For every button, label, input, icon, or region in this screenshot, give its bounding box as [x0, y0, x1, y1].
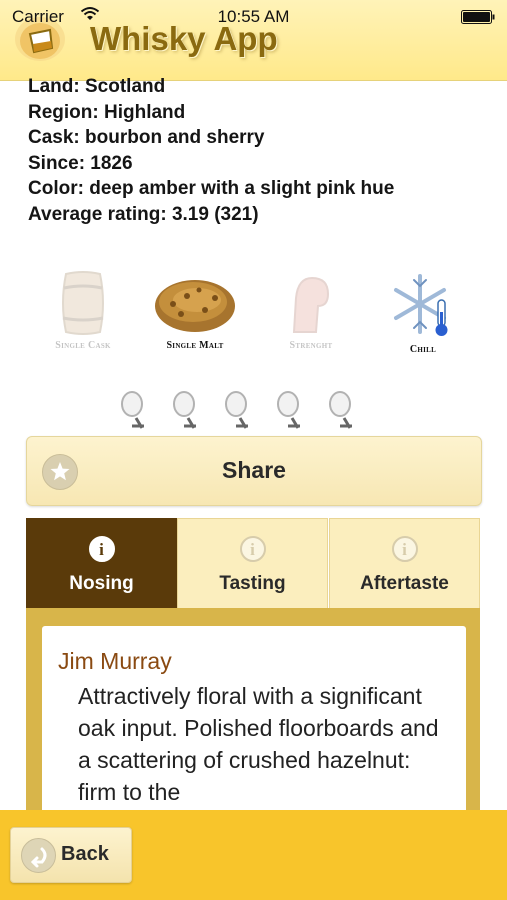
feature-strength: Strenght [256, 270, 366, 351]
info-icon: i [88, 536, 115, 562]
feature-label: Strenght [289, 340, 333, 351]
bottom-bar: Back [0, 810, 507, 900]
tasting-glass-icon [118, 388, 150, 432]
share-label: Share [222, 457, 286, 483]
info-icon: i [239, 536, 266, 562]
status-bar: Carrier 10:55 AM [0, 0, 507, 34]
back-arrow-icon [21, 838, 56, 873]
tab-nosing[interactable]: i Nosing [26, 518, 177, 610]
detail-average-rating: Average rating: 3.19 (321) [28, 203, 259, 225]
tasting-glass-icon [222, 388, 254, 432]
feature-label: Single Malt [166, 340, 224, 351]
feature-icons: Single Cask Single Malt Strenght Chill [28, 270, 488, 360]
back-label: Back [61, 843, 109, 865]
tasting-glass-icon [274, 388, 306, 432]
tab-label: Nosing [69, 573, 134, 594]
tab-tasting[interactable]: i Tasting [177, 518, 328, 610]
whisky-details: Land: Scotland Region: Highland Cask: bo… [28, 74, 488, 227]
barrel-icon [62, 271, 104, 335]
tab-label: Tasting [219, 573, 286, 594]
detail-cask: Cask: bourbon and sherry [28, 127, 265, 148]
note-text: Attractively floral with a significant o… [78, 683, 439, 805]
snowflake-thermometer-icon [394, 274, 448, 336]
info-icon: i [391, 536, 418, 562]
share-button[interactable]: Share [26, 436, 482, 506]
tasting-tabs: i Nosing i Tasting i Aftertaste [26, 518, 480, 610]
feature-single-cask: Single Cask [28, 270, 138, 351]
feature-single-malt: Single Malt [140, 270, 250, 351]
detail-region: Region: Highland [28, 101, 186, 123]
detail-since: Since: 1826 [28, 152, 133, 174]
note-author: Jim Murray [58, 648, 172, 674]
malt-grain-icon [155, 280, 235, 332]
feature-label: Chill [409, 344, 437, 355]
clock: 10:55 AM [217, 7, 290, 26]
arm-muscle-icon [292, 276, 330, 333]
tab-label: Aftertaste [360, 573, 449, 594]
detail-land: Land: Scotland [28, 76, 166, 97]
tasting-glass-icon [170, 388, 202, 432]
tasting-note-panel: Jim Murray Attractively floral with a si… [26, 608, 480, 856]
back-button[interactable]: Back [10, 827, 132, 883]
battery-icon [461, 9, 495, 24]
feature-chill: Chill [368, 270, 478, 355]
tab-aftertaste[interactable]: i Aftertaste [329, 518, 480, 610]
rating-glasses [118, 388, 368, 434]
detail-color: Color: deep amber with a slight pink hue [28, 178, 395, 199]
feature-label: Single Cask [55, 340, 111, 351]
tasting-glass-icon [326, 388, 358, 432]
